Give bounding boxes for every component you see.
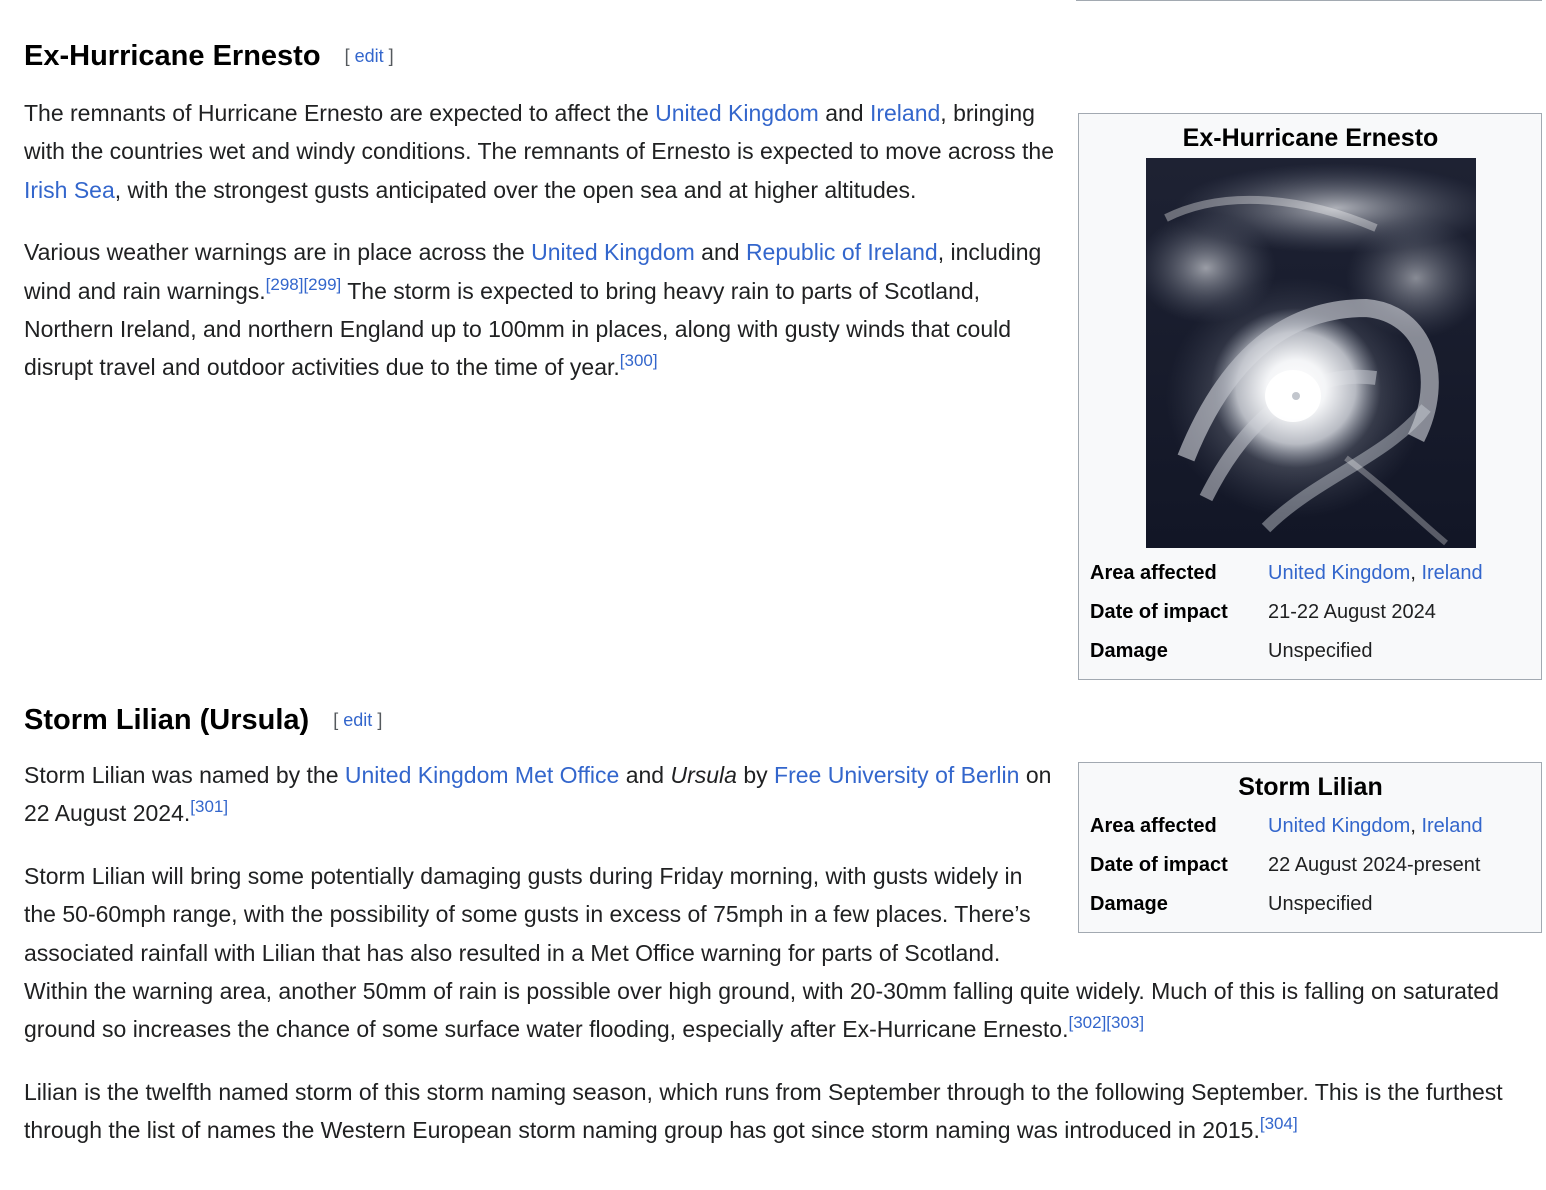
citation-link[interactable]: [301] — [190, 797, 228, 816]
infobox-title: Ex-Hurricane Ernesto — [1182, 124, 1439, 152]
citation: [304] — [1260, 1114, 1298, 1133]
citation-link[interactable]: [300] — [620, 351, 658, 370]
link-united-kingdom[interactable]: United Kingdom — [531, 239, 695, 265]
link-united-kingdom[interactable]: United Kingdom — [1268, 815, 1410, 837]
citation-link[interactable]: [302] — [1068, 1013, 1106, 1032]
link-free-university-berlin[interactable]: Free University of Berlin — [774, 762, 1019, 788]
citation: [298][299] — [266, 275, 342, 294]
text: and — [694, 239, 746, 266]
infobox-value: United Kingdom, Ireland — [1268, 807, 1483, 846]
edit-link[interactable]: edit — [343, 710, 372, 730]
infobox-value: 22 August 2024-present — [1268, 854, 1481, 876]
ursula-name: Ursula — [670, 762, 737, 788]
text: by — [736, 762, 775, 788]
infobox-row-damage: Damage Unspecified — [1090, 632, 1531, 671]
link-met-office[interactable]: United Kingdom Met Office — [345, 762, 619, 788]
infobox-ernesto: Ex-Hurricane Ernesto Area affected Unite… — [1078, 113, 1542, 680]
infobox-title: Storm Lilian — [1238, 773, 1383, 801]
edit-section-wrapper: [ edit ] — [344, 46, 394, 66]
section-title: Storm Lilian (Ursula) — [24, 704, 310, 736]
infobox-row-area: Area affected United Kingdom, Ireland — [1090, 554, 1531, 593]
link-united-kingdom[interactable]: United Kingdom — [655, 100, 819, 126]
infobox-row-damage: Damage Unspecified — [1090, 885, 1531, 924]
link-ireland[interactable]: Ireland — [870, 100, 940, 126]
section-title: Ex-Hurricane Ernesto — [24, 40, 321, 72]
citation: [301] — [190, 797, 228, 816]
link-united-kingdom[interactable]: United Kingdom — [1268, 562, 1410, 584]
text: and — [619, 762, 671, 788]
citation-link[interactable]: [304] — [1260, 1114, 1298, 1133]
infobox-value: Unspecified — [1268, 640, 1373, 662]
infobox-row-date: Date of impact 21-22 August 2024 — [1090, 593, 1531, 632]
section-ernesto: Ex-Hurricane Ernesto [ edit ] Ex-Hurrica… — [24, 38, 1546, 696]
infobox-value: United Kingdom, Ireland — [1268, 554, 1483, 593]
link-irish-sea[interactable]: Irish Sea — [24, 177, 115, 203]
infobox-lilian: Storm Lilian Area affected United Kingdo… — [1078, 762, 1542, 933]
citation: [300] — [620, 351, 658, 370]
infobox-label: Area affected — [1090, 815, 1217, 837]
infobox-row-area: Area affected United Kingdom, Ireland — [1090, 807, 1531, 846]
separator: , — [1410, 562, 1422, 584]
link-ireland[interactable]: Ireland — [1421, 562, 1482, 584]
citation-link[interactable]: [303] — [1106, 1013, 1144, 1032]
text: Various weather warnings are in place ac… — [24, 239, 532, 266]
citation: [302][303] — [1068, 1013, 1144, 1032]
edit-link[interactable]: edit — [355, 46, 384, 66]
top-divider — [1076, 0, 1542, 1]
citation-link[interactable]: [298] — [266, 275, 304, 294]
text: and — [818, 100, 870, 126]
infobox-label: Date of impact — [1090, 854, 1228, 876]
paragraph: Lilian is the twelfth named storm of thi… — [24, 1073, 1546, 1150]
infobox-label: Area affected — [1090, 562, 1217, 584]
edit-section-wrapper: [ edit ] — [333, 710, 383, 730]
text: Lilian is the twelfth named storm of thi… — [24, 1078, 1503, 1144]
satellite-image[interactable] — [1145, 158, 1476, 548]
text: Storm Lilian was named by the — [24, 762, 345, 788]
text: The remnants of Hurricane Ernesto are ex… — [24, 100, 656, 126]
separator: , — [1410, 815, 1422, 837]
hurricane-satellite-graphic — [1145, 158, 1476, 548]
infobox-label: Damage — [1090, 640, 1168, 662]
text: , with the strongest gusts anticipated o… — [114, 176, 917, 203]
section-heading-lilian: Storm Lilian (Ursula) [ edit ] — [24, 702, 1546, 738]
infobox-value: Unspecified — [1268, 893, 1373, 915]
section-heading-ernesto: Ex-Hurricane Ernesto [ edit ] — [24, 38, 1546, 74]
link-ireland[interactable]: Ireland — [1421, 815, 1482, 837]
section-lilian: Storm Lilian (Ursula) [ edit ] Storm Lil… — [24, 702, 1546, 1174]
link-republic-of-ireland[interactable]: Republic of Ireland — [746, 239, 938, 265]
infobox-label: Damage — [1090, 893, 1168, 915]
infobox-value: 21-22 August 2024 — [1268, 601, 1436, 623]
citation-link[interactable]: [299] — [303, 275, 341, 294]
infobox-row-date: Date of impact 22 August 2024-present — [1090, 846, 1531, 885]
infobox-label: Date of impact — [1090, 601, 1228, 623]
